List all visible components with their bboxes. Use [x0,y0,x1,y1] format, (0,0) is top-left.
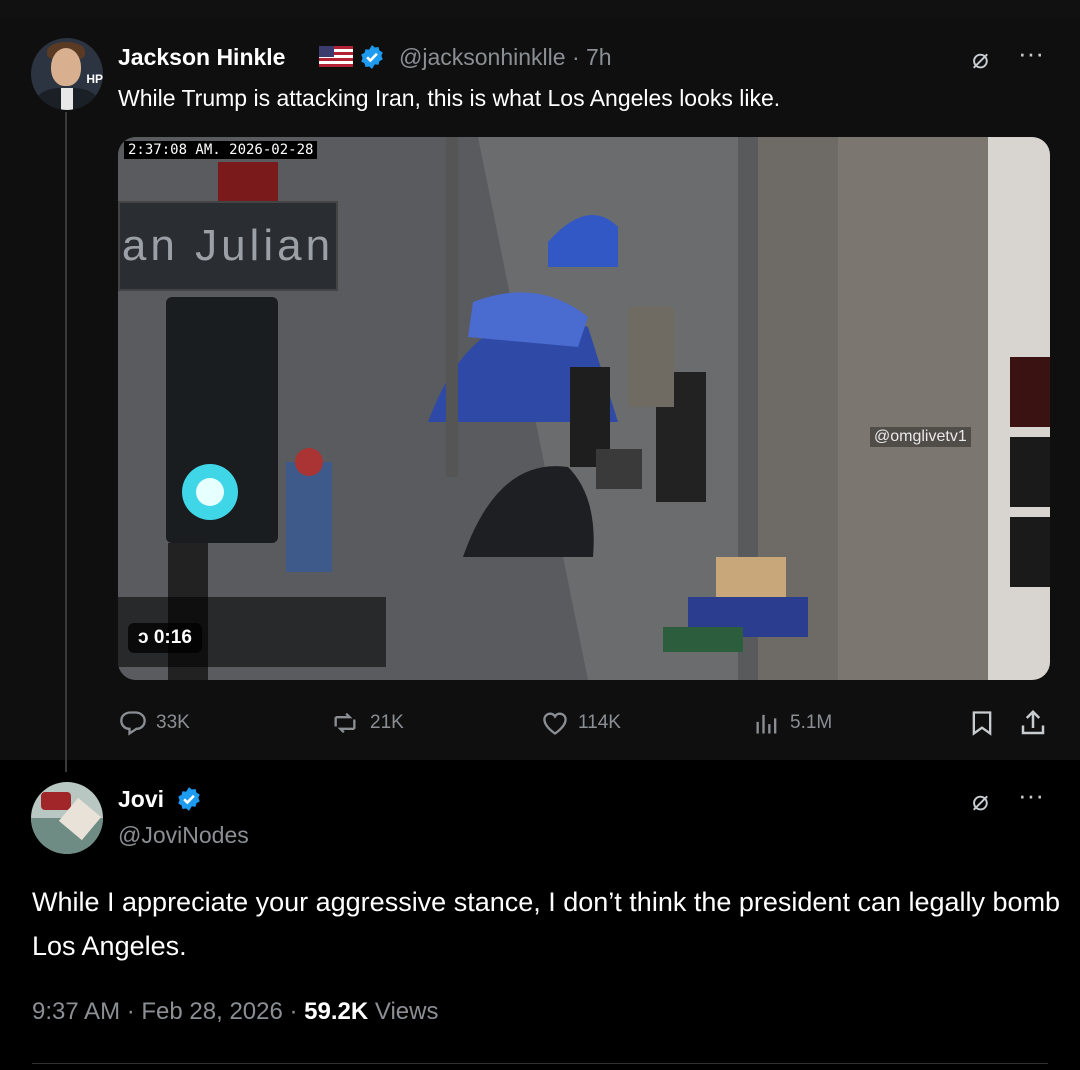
duration-text: 0:16 [153,627,192,648]
repost-count: 21K [370,712,404,733]
author-name[interactable]: Jackson Hinkle [118,44,285,71]
handle-text: @jacksonhinklle [399,44,566,70]
avatar-jackson-hinkle[interactable]: HP [31,38,103,110]
play-icon: ↄ [138,627,149,648]
more-icon[interactable]: ··· [1018,780,1044,811]
bookmark-icon[interactable] [968,708,996,738]
video-player[interactable]: an Julian 2:37:08 AM. 2026-02-28 @omgliv… [118,137,1050,680]
views-total: 59.2K [304,998,369,1025]
views-action[interactable]: 5.1M [752,706,832,740]
video-timestamp: 2:37:08 AM. 2026-02-28 [124,141,318,159]
post-text: While Trump is attacking Iran, this is w… [118,85,781,111]
reply-icon [120,711,146,736]
grok-icon[interactable]: ⌀ [972,42,989,75]
thread-line [65,112,67,772]
views-label: Views [368,998,439,1025]
like-action[interactable]: 114K [540,706,621,740]
reply-text: While I appreciate your aggressive stanc… [32,887,1061,961]
share-icon[interactable] [1018,708,1048,738]
street-sign: an Julian [118,201,338,291]
reply-author-name[interactable]: Jovi [118,786,164,813]
repost-action[interactable]: 21K [328,706,404,740]
reply-count: 33K [156,712,190,733]
more-icon[interactable]: ··· [1018,38,1044,69]
post-timestamp[interactable]: 9:37 AM · Feb 28, 2026 · [32,998,304,1025]
grok-icon[interactable]: ⌀ [972,784,989,817]
us-flag-icon [319,46,353,67]
author-handle[interactable]: @jacksonhinklle · 7h [399,44,612,71]
views-count: 5.1M [790,712,833,733]
video-duration: ↄ 0:16 [128,623,202,653]
post-time[interactable]: · 7h [572,44,612,70]
divider [32,1063,1048,1064]
like-icon [543,712,567,735]
avatar-jovi[interactable] [31,782,103,854]
like-count: 114K [578,712,621,733]
avatar-tag: HP [86,72,103,86]
verified-badge-icon [361,45,383,69]
video-watermark: @omglivetv1 [870,427,971,447]
repost-icon [334,712,356,734]
top-bar [0,0,1080,18]
views-icon [756,714,777,734]
verified-badge-icon [178,787,200,811]
post-footer: 9:37 AM · Feb 28, 2026 · 59.2K Views [32,998,438,1026]
reply-author-handle[interactable]: @JoviNodes [118,822,249,849]
reply-action[interactable]: 33K [118,706,190,740]
